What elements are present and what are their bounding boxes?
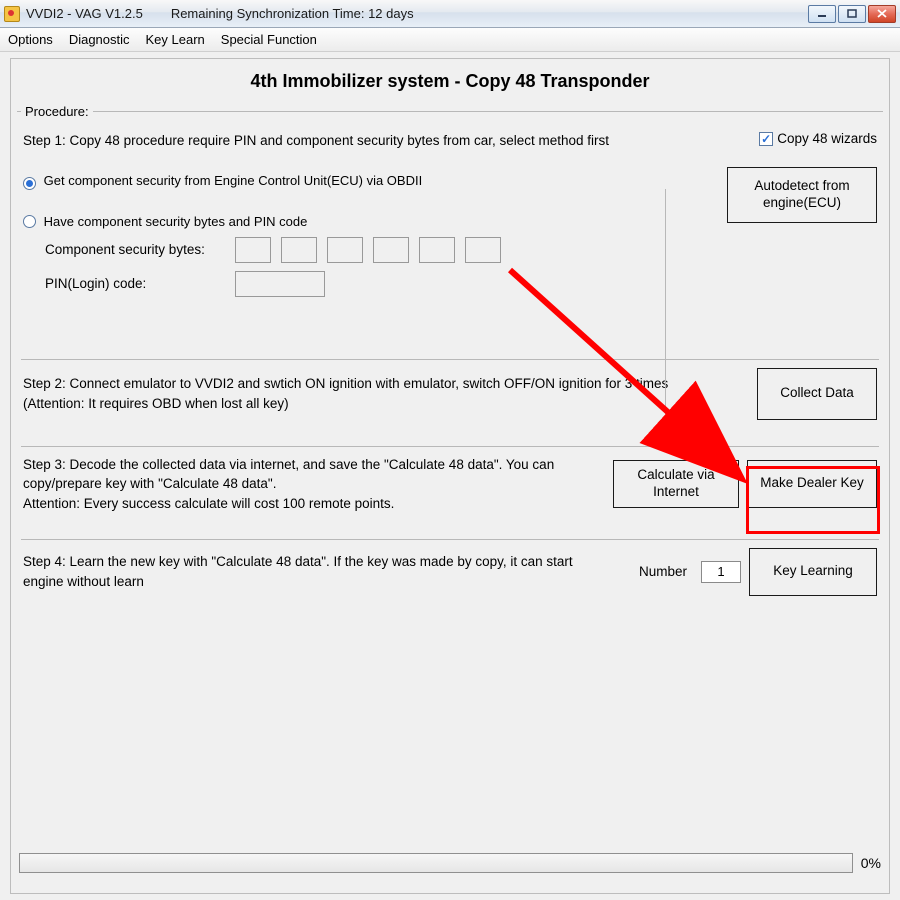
titlebar: VVDI2 - VAG V1.2.5 Remaining Synchroniza… xyxy=(0,0,900,28)
maximize-button[interactable] xyxy=(838,5,866,23)
calculate-via-internet-button[interactable]: Calculate via Internet xyxy=(613,460,739,508)
number-label: Number xyxy=(639,564,687,579)
procedure-legend: Procedure: xyxy=(21,104,93,119)
collect-data-button[interactable]: Collect Data xyxy=(757,368,877,420)
calculate-via-internet-label: Calculate via Internet xyxy=(622,467,730,501)
autodetect-button-label: Autodetect from engine(ECU) xyxy=(736,178,868,212)
key-learning-button[interactable]: Key Learning xyxy=(749,548,877,596)
radio-option-b[interactable] xyxy=(23,215,36,228)
csb-input-5[interactable] xyxy=(419,237,455,263)
progress-percent: 0% xyxy=(861,855,881,871)
pin-input[interactable] xyxy=(235,271,325,297)
csb-input-1[interactable] xyxy=(235,237,271,263)
number-input[interactable] xyxy=(701,561,741,583)
step1-text: Step 1: Copy 48 procedure require PIN an… xyxy=(23,131,709,151)
menu-key-learn[interactable]: Key Learn xyxy=(146,32,205,47)
copy48-wizards-label: Copy 48 wizards xyxy=(777,131,877,146)
vertical-divider xyxy=(665,189,666,449)
page-title: 4th Immobilizer system - Copy 48 Transpo… xyxy=(17,71,883,92)
csb-label: Component security bytes: xyxy=(45,242,225,257)
menu-special-function[interactable]: Special Function xyxy=(221,32,317,47)
radio-option-a[interactable] xyxy=(23,177,36,190)
sync-time-label: Remaining Synchronization Time: 12 days xyxy=(171,6,414,21)
csb-input-2[interactable] xyxy=(281,237,317,263)
step4-text: Step 4: Learn the new key with "Calculat… xyxy=(23,552,605,591)
minimize-button[interactable] xyxy=(808,5,836,23)
option-b-label: Have component security bytes and PIN co… xyxy=(44,214,308,229)
key-learning-label: Key Learning xyxy=(773,563,853,580)
main-panel: 4th Immobilizer system - Copy 48 Transpo… xyxy=(10,58,890,894)
progress-area: 0% xyxy=(19,853,881,873)
divider-2 xyxy=(21,446,879,447)
csb-input-4[interactable] xyxy=(373,237,409,263)
make-dealer-key-button[interactable]: Make Dealer Key xyxy=(747,460,877,508)
csb-input-6[interactable] xyxy=(465,237,501,263)
step3-text: Step 3: Decode the collected data via in… xyxy=(23,455,605,514)
autodetect-button[interactable]: Autodetect from engine(ECU) xyxy=(727,167,877,223)
progress-bar xyxy=(19,853,853,873)
menu-options[interactable]: Options xyxy=(8,32,53,47)
collect-data-label: Collect Data xyxy=(780,385,854,402)
divider-1 xyxy=(21,359,879,360)
make-dealer-key-label: Make Dealer Key xyxy=(760,475,864,492)
app-icon xyxy=(4,6,20,22)
step2-text: Step 2: Connect emulator to VVDI2 and sw… xyxy=(23,374,719,413)
window-controls xyxy=(808,5,896,23)
content-area: 4th Immobilizer system - Copy 48 Transpo… xyxy=(0,52,900,900)
copy48-wizards-checkbox[interactable]: ✓ Copy 48 wizards xyxy=(759,131,877,146)
pin-label: PIN(Login) code: xyxy=(45,276,225,291)
procedure-group: Procedure: Step 1: Copy 48 procedure req… xyxy=(17,104,883,620)
csb-input-3[interactable] xyxy=(327,237,363,263)
menu-diagnostic[interactable]: Diagnostic xyxy=(69,32,130,47)
checkbox-icon: ✓ xyxy=(759,132,773,146)
close-button[interactable] xyxy=(868,5,896,23)
option-a-label: Get component security from Engine Contr… xyxy=(44,173,423,188)
menubar: Options Diagnostic Key Learn Special Fun… xyxy=(0,28,900,52)
window-title: VVDI2 - VAG V1.2.5 xyxy=(26,6,143,21)
divider-3 xyxy=(21,539,879,540)
